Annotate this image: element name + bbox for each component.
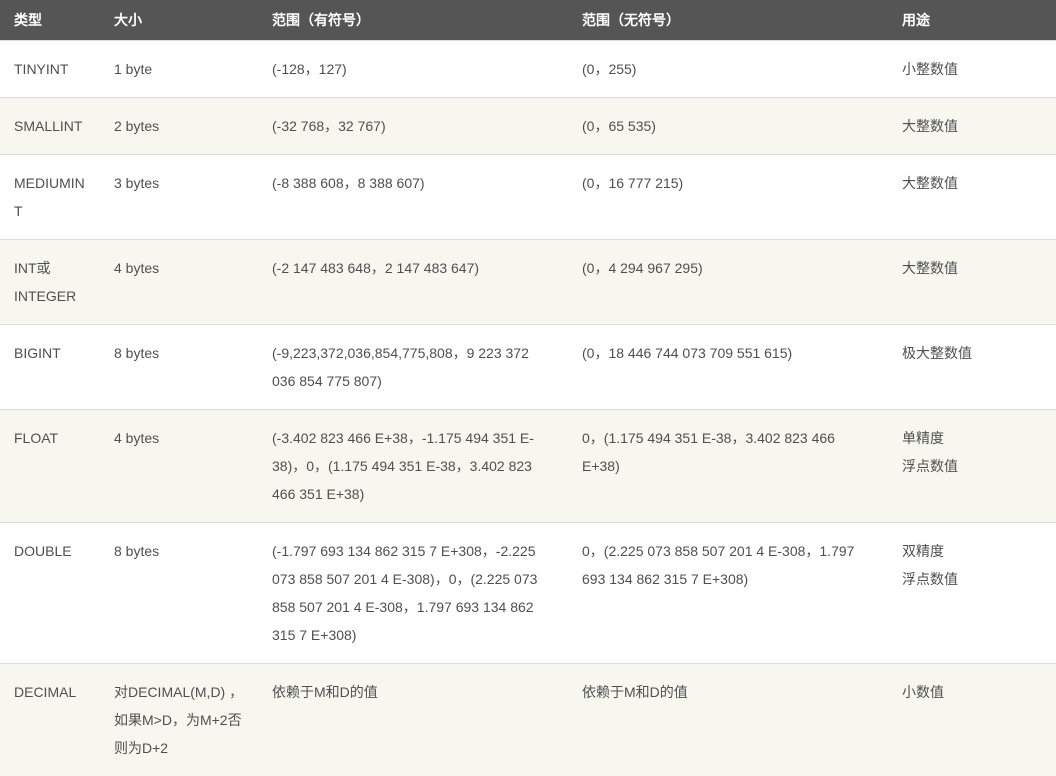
cell-usage: 大整数值 [888, 98, 1056, 155]
col-header-usage: 用途 [888, 0, 1056, 41]
cell-type: INT或INTEGER [0, 240, 100, 325]
cell-type: BIGINT [0, 325, 100, 410]
table-row: BIGINT 8 bytes (-9,223,372,036,854,775,8… [0, 325, 1056, 410]
cell-unsigned: (0，18 446 744 073 709 551 615) [568, 325, 888, 410]
col-header-signed: 范围（有符号） [258, 0, 568, 41]
cell-usage: 双精度浮点数值 [888, 523, 1056, 664]
cell-size: 1 byte [100, 41, 258, 98]
cell-signed: (-8 388 608，8 388 607) [258, 155, 568, 240]
table-row: FLOAT 4 bytes (-3.402 823 466 E+38，-1.17… [0, 410, 1056, 523]
cell-unsigned: (0，16 777 215) [568, 155, 888, 240]
cell-size: 2 bytes [100, 98, 258, 155]
table-header-row: 类型 大小 范围（有符号） 范围（无符号） 用途 [0, 0, 1056, 41]
cell-usage: 小整数值 [888, 41, 1056, 98]
cell-unsigned: (0，255) [568, 41, 888, 98]
cell-signed: (-3.402 823 466 E+38，-1.175 494 351 E-38… [258, 410, 568, 523]
cell-signed: (-128，127) [258, 41, 568, 98]
cell-signed: 依赖于M和D的值 [258, 664, 568, 776]
cell-usage: 大整数值 [888, 155, 1056, 240]
table-row: DOUBLE 8 bytes (-1.797 693 134 862 315 7… [0, 523, 1056, 664]
table-row: TINYINT 1 byte (-128，127) (0，255) 小整数值 [0, 41, 1056, 98]
table-row: SMALLINT 2 bytes (-32 768，32 767) (0，65 … [0, 98, 1056, 155]
cell-size: 4 bytes [100, 410, 258, 523]
cell-usage: 大整数值 [888, 240, 1056, 325]
cell-unsigned: (0，65 535) [568, 98, 888, 155]
col-header-unsigned: 范围（无符号） [568, 0, 888, 41]
cell-signed: (-2 147 483 648，2 147 483 647) [258, 240, 568, 325]
cell-type: SMALLINT [0, 98, 100, 155]
cell-type: DECIMAL [0, 664, 100, 776]
col-header-type: 类型 [0, 0, 100, 41]
cell-usage: 极大整数值 [888, 325, 1056, 410]
cell-usage: 单精度浮点数值 [888, 410, 1056, 523]
cell-unsigned: 0，(2.225 073 858 507 201 4 E-308，1.797 6… [568, 523, 888, 664]
cell-size: 3 bytes [100, 155, 258, 240]
cell-size: 8 bytes [100, 325, 258, 410]
table-row: DECIMAL 对DECIMAL(M,D) ，如果M>D，为M+2否则为D+2 … [0, 664, 1056, 776]
cell-size: 8 bytes [100, 523, 258, 664]
cell-signed: (-32 768，32 767) [258, 98, 568, 155]
cell-type: FLOAT [0, 410, 100, 523]
cell-type: DOUBLE [0, 523, 100, 664]
cell-signed: (-1.797 693 134 862 315 7 E+308，-2.225 0… [258, 523, 568, 664]
cell-type: TINYINT [0, 41, 100, 98]
table-row: MEDIUMINT 3 bytes (-8 388 608，8 388 607)… [0, 155, 1056, 240]
cell-unsigned: 依赖于M和D的值 [568, 664, 888, 776]
cell-unsigned: 0，(1.175 494 351 E-38，3.402 823 466 E+38… [568, 410, 888, 523]
cell-size: 4 bytes [100, 240, 258, 325]
datatypes-table: 类型 大小 范围（有符号） 范围（无符号） 用途 TINYINT 1 byte … [0, 0, 1056, 776]
col-header-size: 大小 [100, 0, 258, 41]
cell-usage: 小数值 [888, 664, 1056, 776]
cell-unsigned: (0，4 294 967 295) [568, 240, 888, 325]
cell-signed: (-9,223,372,036,854,775,808，9 223 372 03… [258, 325, 568, 410]
cell-type: MEDIUMINT [0, 155, 100, 240]
table-row: INT或INTEGER 4 bytes (-2 147 483 648，2 14… [0, 240, 1056, 325]
cell-size: 对DECIMAL(M,D) ，如果M>D，为M+2否则为D+2 [100, 664, 258, 776]
